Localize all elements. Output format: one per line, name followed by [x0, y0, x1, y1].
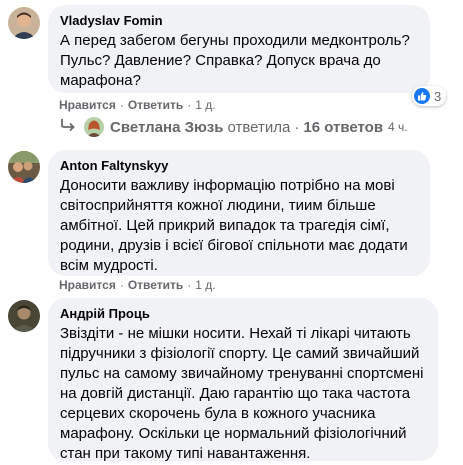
reply-timestamp: 4 ч.: [388, 120, 408, 134]
like-button[interactable]: Нравится: [59, 98, 116, 112]
reply-button[interactable]: Ответить: [128, 278, 183, 292]
comment-author[interactable]: Vladyslav Fomin: [60, 12, 418, 29]
comment-timestamp[interactable]: 1 д.: [195, 98, 215, 112]
comment-author[interactable]: Anton Faltynskyy: [60, 157, 418, 174]
avatar-anton-faltynskyy[interactable]: [8, 151, 40, 183]
comment-text: Звіздіти - не мішки носити. Нехай ті лік…: [60, 325, 424, 462]
reaction-count-badge[interactable]: 3: [412, 86, 447, 106]
comment-bubble: Андрій Проць Звіздіти - не мішки носити.…: [48, 298, 438, 462]
comment-bubble: Vladyslav Fomin А перед забегом бегуны п…: [48, 5, 430, 93]
comment-actions: Нравится · Ответить · 1 д.: [59, 98, 216, 112]
like-button[interactable]: Нравится: [59, 278, 116, 292]
like-reaction-icon: [414, 88, 430, 104]
reply-button[interactable]: Ответить: [128, 98, 183, 112]
reply-arrow-icon: [60, 118, 76, 136]
comment-actions: Нравится · Ответить · 1 д.: [59, 278, 216, 292]
view-replies-link[interactable]: Светлана Зюзь ответила · 16 ответов 4 ч.: [60, 117, 408, 137]
reply-author-name: Светлана Зюзь: [110, 118, 224, 136]
reply-author-avatar: [84, 117, 104, 137]
reply-action: ответила: [227, 118, 291, 136]
comment-author[interactable]: Андрій Проць: [60, 305, 426, 322]
reply-count: 16 ответов: [303, 118, 384, 136]
avatar-andrii-prots[interactable]: [8, 300, 40, 332]
comment-text: А перед забегом бегуны проходили медконт…: [60, 32, 410, 89]
comment-timestamp[interactable]: 1 д.: [195, 278, 215, 292]
avatar-vladyslav-fomin[interactable]: [8, 7, 40, 39]
reaction-count: 3: [434, 88, 442, 104]
comment-bubble: Anton Faltynskyy Доносити важливу інформ…: [48, 150, 430, 276]
comment-text: Доносити важливу інформацію потрібно на …: [60, 177, 408, 274]
